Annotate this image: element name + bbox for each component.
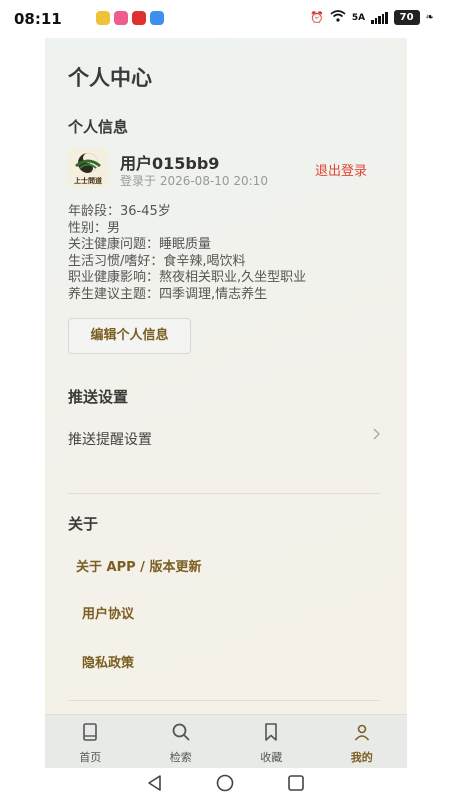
signal-icon [371,11,388,24]
tab-home-label: 首页 [79,751,102,764]
info-habits: 生活习惯/嗜好：食辛辣,喝饮料 [68,253,246,269]
search-icon [171,722,191,746]
alarm-icon: ⏰ [310,11,324,24]
profile-section-title: 个人信息 [68,118,129,136]
chevron-right-icon [372,428,381,444]
recents-icon[interactable] [287,774,305,796]
battery-level: 70 [393,10,420,25]
avatar: 上士問道 [68,148,108,188]
app-notification-icon [114,11,128,25]
tab-home[interactable]: 首页 [45,715,136,768]
book-icon [80,722,100,746]
info-age: 年龄段：36-45岁 [68,204,171,219]
divider [68,700,380,701]
info-health-concern: 关注健康问题：睡眠质量 [68,237,212,252]
back-icon[interactable] [146,774,164,796]
username: 用户015bb9 [120,154,220,173]
about-app-link[interactable]: 关于 APP / 版本更新 [76,556,201,575]
app-notification-icon [132,11,146,25]
tab-search-label: 检索 [169,751,192,764]
tab-favorites[interactable]: 收藏 [226,715,317,768]
about-section-title: 关于 [68,515,99,533]
avatar-logo-text: 上士問道 [74,177,102,185]
home-icon[interactable] [216,774,234,796]
status-time: 08:11 [14,10,62,28]
tab-favorites-label: 收藏 [260,751,283,764]
page-title: 个人中心 [68,66,152,90]
tab-profile-label: 我的 [350,751,373,764]
leaf-icon: ❧ [425,12,434,23]
app-notification-icon [96,11,110,25]
network-type: 5A [351,12,366,23]
bookmark-icon [261,722,281,746]
system-navigation-bar [0,768,450,800]
divider [68,493,380,494]
push-reminder-label: 推送提醒设置 [68,432,152,448]
info-gender: 性别：男 [68,220,121,236]
user-icon [352,722,372,746]
app-notification-icon [150,11,164,25]
privacy-policy-link[interactable]: 隐私政策 [82,652,134,671]
bottom-tab-bar: 首页 检索 收藏 我的 [45,714,407,768]
logout-button[interactable]: 退出登录 [315,160,367,179]
push-reminder-settings[interactable]: 推送提醒设置 [68,428,381,449]
notification-icons [96,11,164,25]
info-advice-topics: 养生建议主题：四季调理,情志养生 [68,286,268,302]
tab-profile[interactable]: 我的 [317,715,408,768]
app-screen: 个人中心 个人信息 上士問道 用户015bb9 登录于 2026-08-10 2… [45,38,407,768]
tab-search[interactable]: 检索 [136,715,227,768]
user-agreement-link[interactable]: 用户协议 [82,603,134,622]
push-section-title: 推送设置 [68,388,129,406]
login-time: 登录于 2026-08-10 20:10 [120,174,268,188]
wifi-icon [330,10,346,25]
edit-profile-button[interactable]: 编辑个人信息 [68,318,191,354]
status-bar: 08:11 ⏰ 5A 70 ❧ [0,0,450,38]
info-occupation: 职业健康影响：熬夜相关职业,久坐型职业 [68,270,307,285]
system-icons: ⏰ 5A 70 ❧ [310,10,434,25]
profile-info-list: 年龄段：36-45岁 性别：男 关注健康问题：睡眠质量 生活习惯/嗜好：食辛辣,… [68,204,306,303]
